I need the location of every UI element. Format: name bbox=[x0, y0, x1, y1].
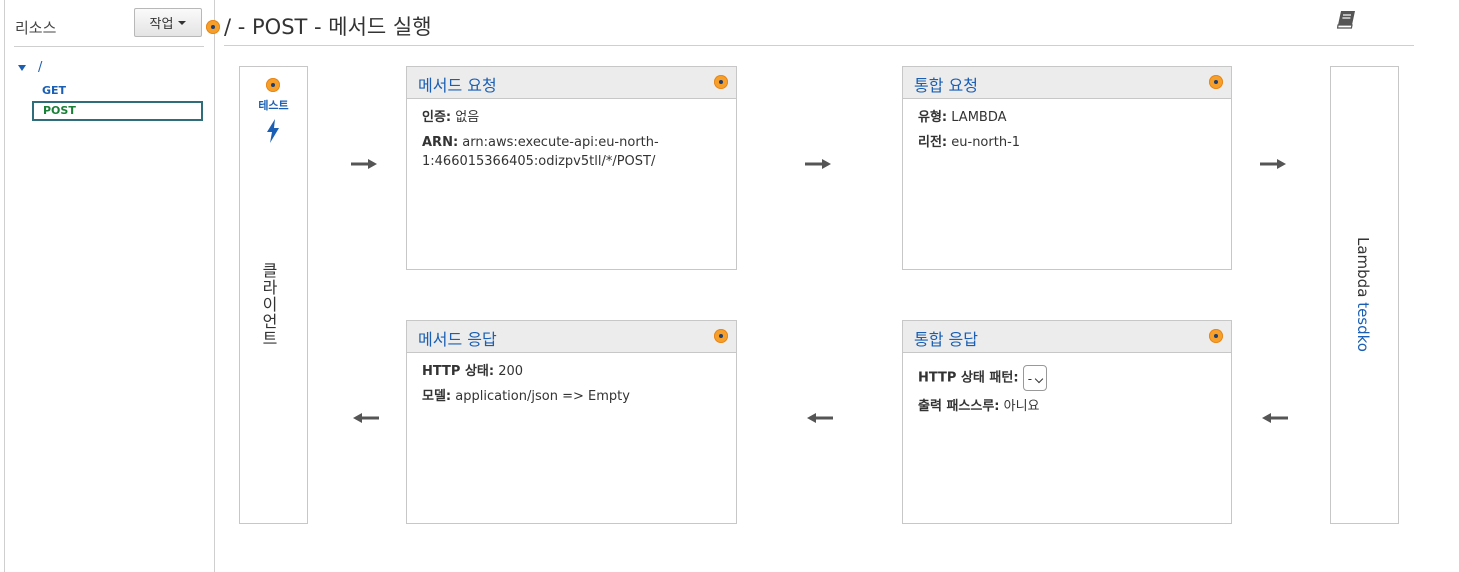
arn-label: ARN: bbox=[422, 135, 459, 150]
lambda-prefix: Lambda bbox=[1354, 237, 1372, 298]
info-dot-icon[interactable] bbox=[714, 75, 728, 89]
arrow-left-icon bbox=[353, 413, 379, 423]
integration-response-link[interactable]: 통합 응답 bbox=[914, 326, 978, 350]
divider bbox=[14, 46, 204, 47]
info-dot-icon[interactable] bbox=[714, 329, 728, 343]
panel-header: 메서드 요청 bbox=[407, 67, 736, 99]
info-dot-icon[interactable] bbox=[1209, 75, 1223, 89]
test-link[interactable]: 테스트 bbox=[240, 97, 307, 113]
region-value: eu-north-1 bbox=[951, 135, 1021, 150]
panel-header: 메서드 응답 bbox=[407, 321, 736, 353]
status-pattern-label: HTTP 상태 패턴: bbox=[918, 370, 1019, 386]
integration-request-panel: 통합 요청 유형: LAMBDA 리전: eu-north-1 bbox=[902, 66, 1232, 270]
arrow-left-icon bbox=[807, 413, 833, 423]
test-info-dot-icon[interactable] bbox=[266, 78, 280, 92]
info-dot-icon[interactable] bbox=[1209, 329, 1223, 343]
passthrough-value: 아니요 bbox=[1003, 399, 1040, 414]
book-icon[interactable] bbox=[1336, 9, 1358, 29]
lightning-bolt-icon[interactable] bbox=[266, 119, 280, 143]
arrow-left-icon bbox=[1262, 413, 1288, 423]
arrow-right-icon bbox=[1260, 159, 1286, 169]
lambda-function-link[interactable]: tesdko bbox=[1354, 302, 1372, 352]
tree-root-label: / bbox=[38, 60, 43, 75]
arrow-right-icon bbox=[351, 159, 377, 169]
tree-item-get[interactable]: GET bbox=[42, 84, 66, 97]
http-status-label: HTTP 상태: bbox=[422, 364, 495, 379]
method-response-panel: 메서드 응답 HTTP 상태: 200 모델: application/json… bbox=[406, 320, 737, 524]
client-label: 클라이언트 bbox=[259, 262, 278, 347]
arrow-right-icon bbox=[805, 159, 831, 169]
method-request-link[interactable]: 메서드 요청 bbox=[418, 72, 497, 96]
auth-value: 없음 bbox=[455, 110, 480, 125]
auth-label: 인증: bbox=[422, 110, 452, 125]
actions-label: 작업 bbox=[149, 17, 174, 32]
page-title: / - POST - 메서드 실행 bbox=[224, 15, 432, 39]
status-pattern-select[interactable]: - bbox=[1022, 365, 1047, 391]
method-response-link[interactable]: 메서드 응답 bbox=[418, 326, 497, 350]
actions-dropdown-button[interactable]: 작업 bbox=[134, 8, 202, 37]
status-pattern-value: - bbox=[1027, 372, 1033, 386]
panel-header: 통합 요청 bbox=[903, 67, 1231, 99]
passthrough-label: 출력 패스스루: bbox=[918, 399, 1000, 414]
lambda-column: Lambda tesdko bbox=[1330, 66, 1399, 524]
lambda-label: Lambda tesdko bbox=[1354, 237, 1372, 352]
type-value: LAMBDA bbox=[951, 110, 1007, 125]
model-value: application/json => Empty bbox=[455, 389, 630, 404]
resources-title: 리소스 bbox=[15, 19, 57, 37]
integration-response-panel: 통합 응답 HTTP 상태 패턴: - 출력 패스스루: 아니요 bbox=[902, 320, 1232, 524]
caret-down-icon bbox=[178, 20, 187, 25]
type-label: 유형: bbox=[918, 110, 948, 125]
chevron-down-icon bbox=[1034, 374, 1043, 384]
arn-value: arn:aws:execute-api:eu-north-1:466015366… bbox=[422, 135, 659, 169]
sidebar-toggle-dot-icon[interactable] bbox=[206, 20, 220, 34]
tree-item-post[interactable]: POST bbox=[32, 101, 203, 121]
http-status-value: 200 bbox=[498, 364, 524, 379]
model-label: 모델: bbox=[422, 389, 452, 404]
tree-item-root[interactable]: / bbox=[18, 60, 42, 75]
panel-header: 통합 응답 bbox=[903, 321, 1231, 353]
resources-sidebar: 리소스 작업 / GET POST bbox=[4, 0, 215, 572]
client-column: 테스트 클라이언트 bbox=[239, 66, 308, 524]
method-request-panel: 메서드 요청 인증: 없음 ARN: arn:aws:execute-api:e… bbox=[406, 66, 737, 270]
expand-triangle-icon[interactable] bbox=[18, 64, 26, 71]
integration-request-link[interactable]: 통합 요청 bbox=[914, 72, 978, 96]
header-divider bbox=[224, 45, 1414, 46]
region-label: 리전: bbox=[918, 135, 948, 150]
